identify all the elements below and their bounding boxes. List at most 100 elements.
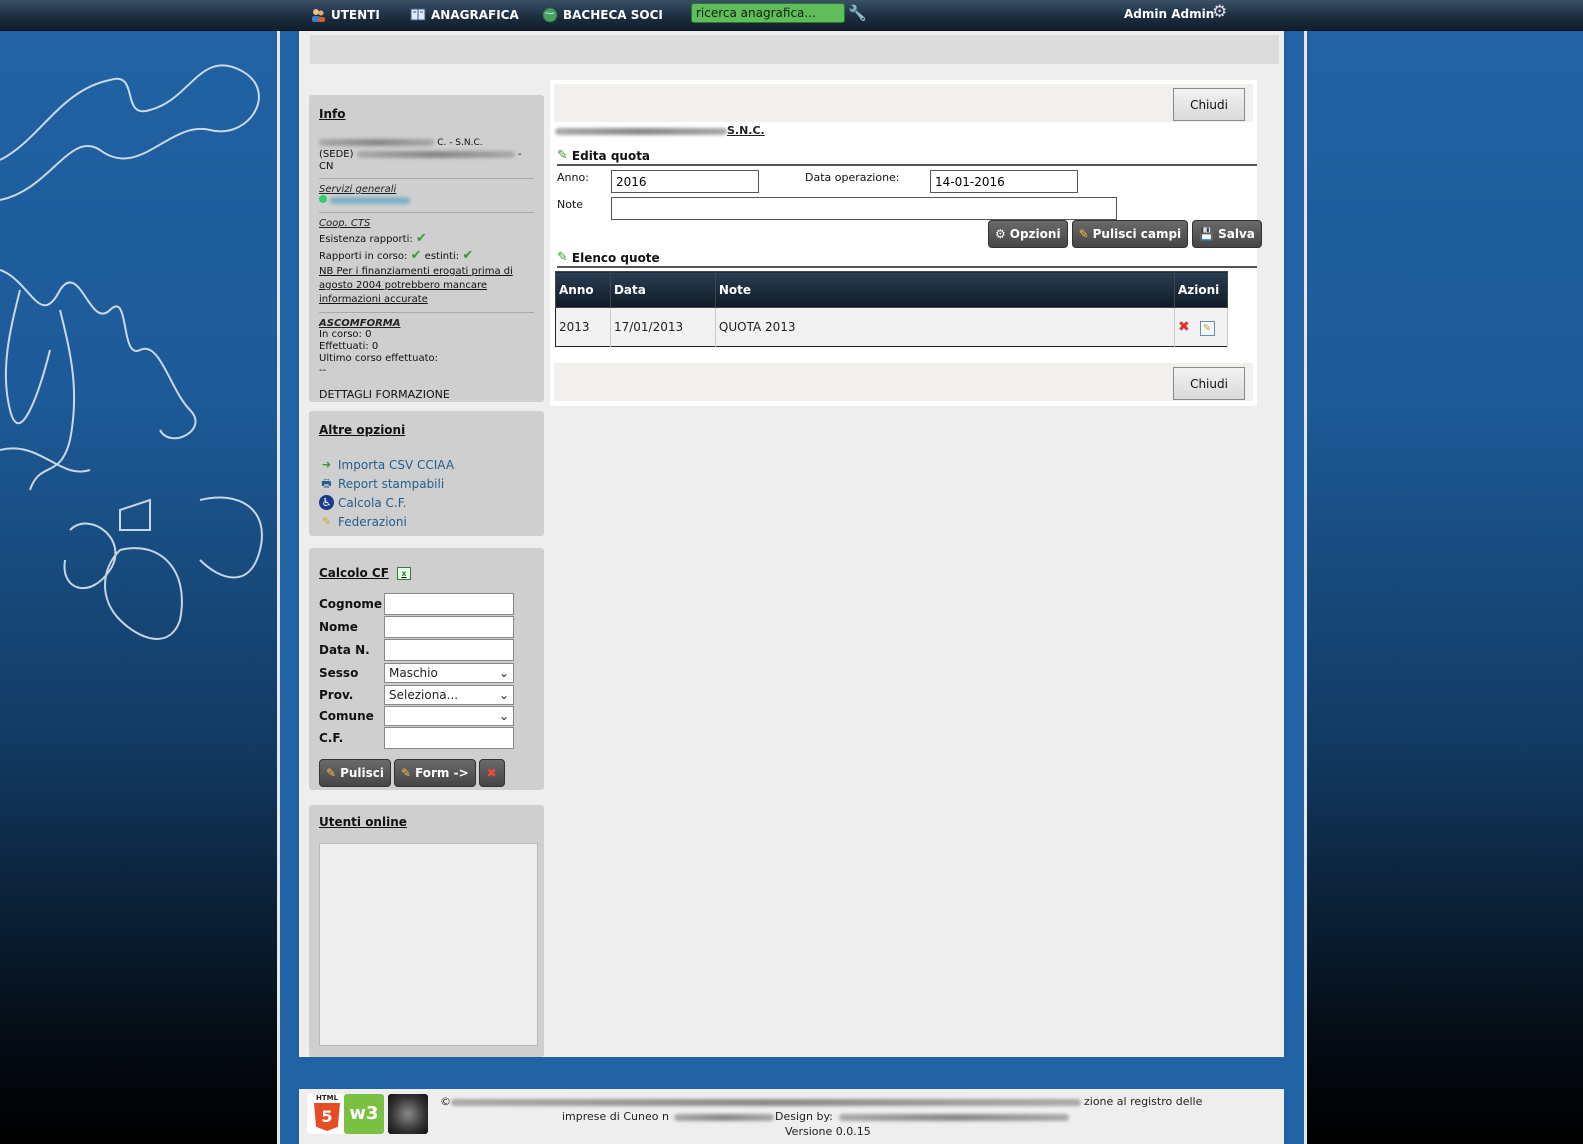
option-calcola-cf[interactable]: ♿ Calcola C.F. xyxy=(319,493,534,512)
form-button[interactable]: ✎ Form -> xyxy=(394,759,476,787)
utenti-online-list xyxy=(319,843,538,1046)
background-decoration xyxy=(0,64,263,640)
close-icon: ✖ xyxy=(486,766,497,780)
servizi-status xyxy=(319,195,534,207)
ultimo-corso-value: -- xyxy=(319,365,327,376)
info-title: Info xyxy=(319,107,346,121)
redacted-text xyxy=(839,1114,1069,1121)
anno-field[interactable] xyxy=(611,170,759,193)
nav-utenti[interactable]: UTENTI xyxy=(310,7,380,23)
settings-gear-icon[interactable]: ⚙ xyxy=(1212,2,1227,22)
users-icon xyxy=(310,7,326,23)
accessibility-icon: ♿ xyxy=(319,495,334,510)
chevron-down-icon: ⌄ xyxy=(498,708,509,723)
prov-select[interactable]: Seleziona... ⌄ xyxy=(384,684,514,705)
w3c-css-logo: w3 xyxy=(344,1094,384,1134)
footer-line2: imprese di Cuneo n xyxy=(562,1110,669,1123)
check-icon: ✔ xyxy=(415,231,427,246)
nav-anagrafica[interactable]: ANAGRAFICA xyxy=(410,7,519,23)
import-icon: ➜ xyxy=(321,458,332,471)
top-strip xyxy=(310,35,1279,64)
option-report[interactable]: 🖶 Report stampabili xyxy=(319,474,534,493)
option-importa-csv[interactable]: ➜ Importa CSV CCIAA xyxy=(319,455,534,474)
pencil-icon: ✎ xyxy=(321,515,332,528)
effettuati: Effettuati: 0 xyxy=(319,341,379,352)
company-title[interactable]: S.N.C. xyxy=(555,124,765,137)
footer: HTML 5 w3 © zione al registro delle impr… xyxy=(299,1089,1284,1144)
data-nascita-label: Data N. xyxy=(319,642,370,657)
chevron-down-icon: ⌄ xyxy=(498,687,509,702)
rapporti-line: Rapporti in corso: ✔ estinti: ✔ xyxy=(319,248,474,263)
ascomforma-label: ASCOMFORMA xyxy=(319,318,401,329)
footer-design-by: Design by: xyxy=(775,1110,833,1123)
calcolo-cf-title: Calcolo CF x xyxy=(319,566,534,580)
sesso-select[interactable]: Maschio ⌄ xyxy=(384,662,514,683)
cognome-label: Cognome xyxy=(319,596,383,611)
edita-quota-header: ✎ Edita quota xyxy=(557,148,1257,166)
printer-icon: 🖶 xyxy=(321,477,332,490)
globe-icon xyxy=(542,7,558,23)
divider xyxy=(319,178,534,179)
top-nav: UTENTI ANAGRAFICA BACHECA SOCI 🔧 Admin A… xyxy=(0,0,1583,31)
nome-field[interactable] xyxy=(384,615,514,638)
column-header-anno[interactable]: Anno xyxy=(555,271,611,308)
cognome-field[interactable] xyxy=(384,592,514,615)
save-icon: 💾 xyxy=(1199,227,1215,241)
wrench-icon[interactable]: 🔧 xyxy=(848,4,867,22)
province: CN xyxy=(319,161,334,172)
column-header-data[interactable]: Data xyxy=(609,271,716,308)
servizi-label: Servizi generali xyxy=(319,184,397,195)
utenti-online-box: Utenti online xyxy=(309,805,544,1057)
cell-anno: 2013 xyxy=(555,307,611,347)
top-action-bar: Chiudi xyxy=(554,84,1253,122)
user-name[interactable]: Admin Admin xyxy=(1124,7,1214,21)
redacted-text xyxy=(330,196,411,204)
salva-button[interactable]: 💾 Salva xyxy=(1192,220,1262,248)
data-nascita-field[interactable] xyxy=(384,638,514,661)
opzioni-button[interactable]: ⚙ Opzioni xyxy=(988,220,1068,248)
search-input[interactable] xyxy=(691,3,845,23)
nav-anagrafica-label: ANAGRAFICA xyxy=(431,8,519,22)
gear-icon: ⚙ xyxy=(995,227,1006,241)
elenco-quote-header: ✎ Elenco quote xyxy=(557,250,1257,268)
nav-bacheca[interactable]: BACHECA SOCI xyxy=(542,7,663,23)
note-field[interactable] xyxy=(611,197,1117,220)
column-header-azioni: Azioni xyxy=(1173,271,1229,308)
redacted-text xyxy=(451,1099,1081,1106)
cf-field[interactable] xyxy=(384,726,514,749)
chiudi-button-bottom[interactable]: Chiudi xyxy=(1173,367,1245,400)
check-icon: ✔ xyxy=(410,248,422,263)
nb-link[interactable]: NB Per i finanziamenti erogati prima di … xyxy=(319,265,534,307)
nav-bacheca-label: BACHECA SOCI xyxy=(563,8,663,22)
nome-label: Nome xyxy=(319,619,358,634)
esistenza-line: Esistenza rapporti: ✔ xyxy=(319,231,427,246)
pulisci-button[interactable]: ✎ Pulisci xyxy=(319,759,391,787)
option-federazioni[interactable]: ✎ Federazioni xyxy=(319,512,534,531)
close-button[interactable]: ✖ xyxy=(478,759,505,787)
edit-icon[interactable]: ✎ xyxy=(1199,320,1215,336)
data-operazione-field[interactable] xyxy=(930,170,1078,193)
altre-opzioni-title: Altre opzioni xyxy=(319,423,406,437)
money-icon: ✎ xyxy=(557,148,568,163)
note-label: Note xyxy=(557,198,584,211)
sesso-label: Sesso xyxy=(319,665,359,680)
footer-line1: zione al registro delle xyxy=(1084,1095,1203,1108)
eraser-icon: ✎ xyxy=(401,766,412,780)
comune-label: Comune xyxy=(319,708,374,723)
status-dot-icon xyxy=(319,195,327,203)
divider xyxy=(319,212,534,213)
column-header-note[interactable]: Note xyxy=(714,271,1175,308)
chiudi-button-top[interactable]: Chiudi xyxy=(1173,88,1245,121)
dettagli-formazione-link[interactable]: DETTAGLI FORMAZIONE xyxy=(319,389,534,401)
coop-label: Coop. CTS xyxy=(319,218,371,229)
form-actions: ⚙ Opzioni ✎ Pulisci campi 💾 Salva xyxy=(988,220,1262,248)
html5-logo: HTML 5 xyxy=(307,1094,347,1134)
company-name: C. - S.N.C. xyxy=(319,137,534,149)
delete-icon[interactable]: ✖ xyxy=(1178,319,1190,335)
money-icon: ✎ xyxy=(557,250,568,265)
sede-line: (SEDE) - xyxy=(319,149,522,160)
comune-select[interactable]: ⌄ xyxy=(384,705,514,726)
footer-version: Versione 0.0.15 xyxy=(785,1125,871,1138)
pulisci-campi-button[interactable]: ✎ Pulisci campi xyxy=(1071,220,1189,248)
ultimo-corso: Ultimo corso effettuato: xyxy=(319,353,438,364)
